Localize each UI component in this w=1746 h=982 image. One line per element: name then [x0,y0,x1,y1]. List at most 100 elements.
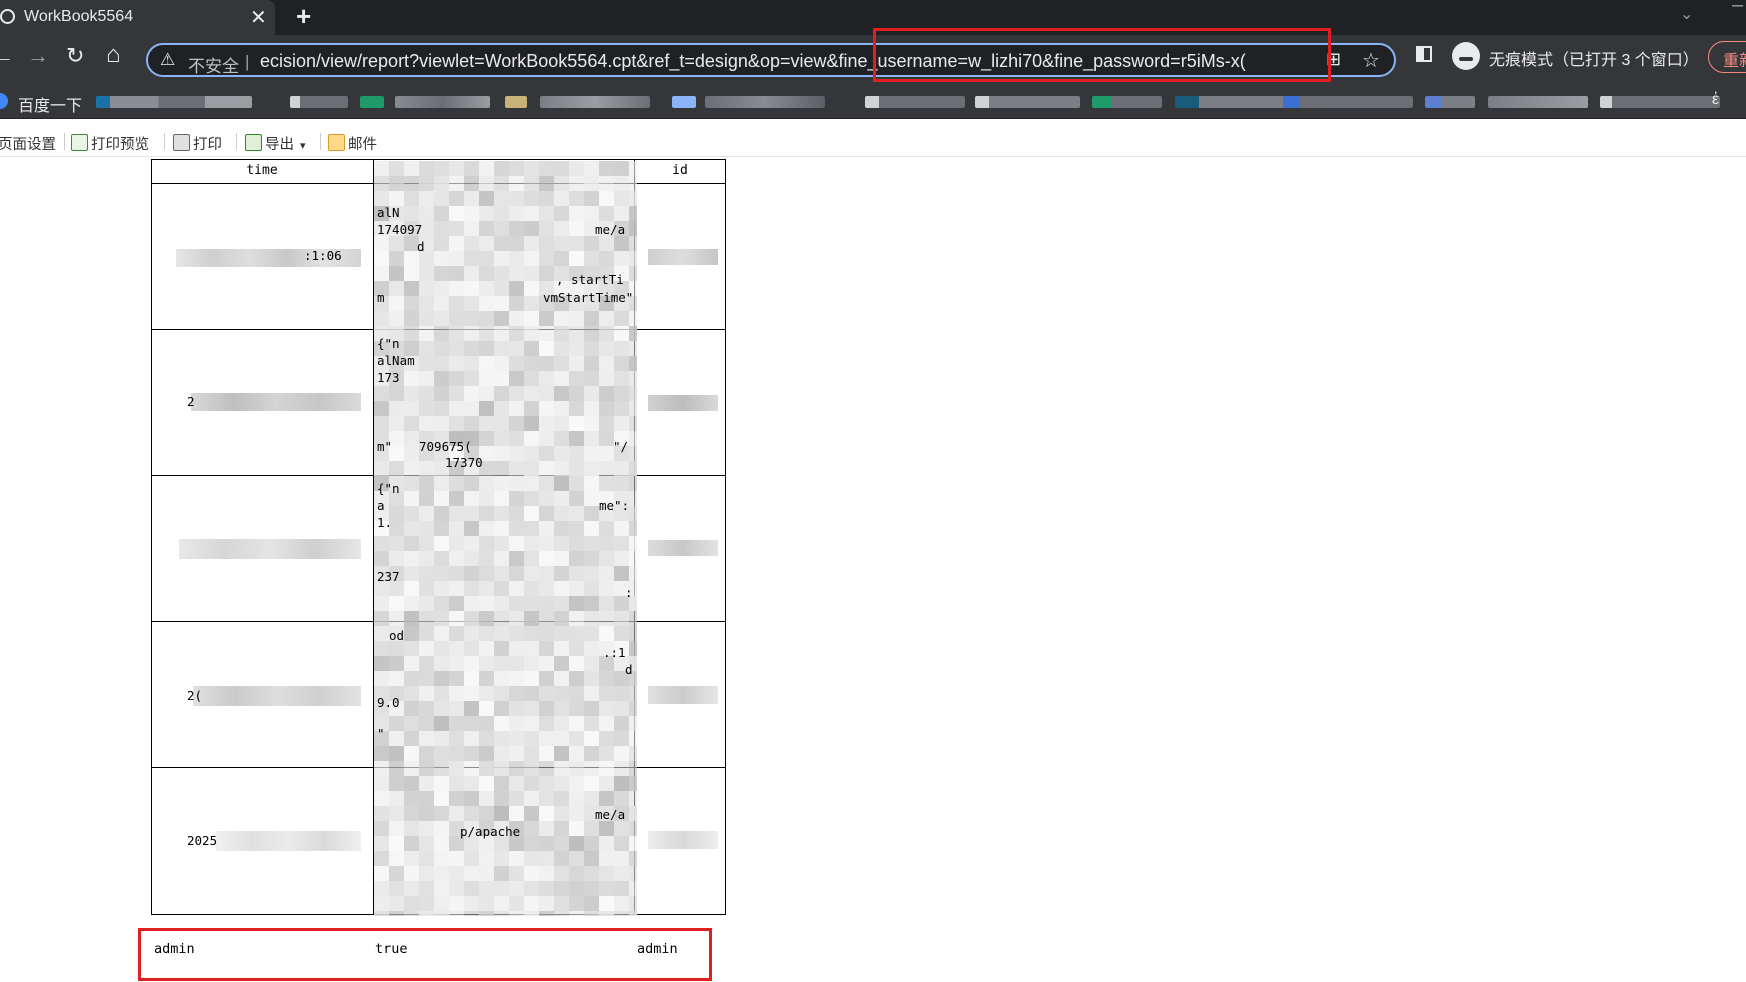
mosaic-block [599,176,614,191]
bookmark-blurred[interactable] [395,96,490,108]
browser-tab[interactable]: WorkBook5564 ✕ [0,0,275,35]
mosaic-block [419,866,434,881]
mosaic-block [374,161,389,176]
restart-button[interactable]: 重新 [1708,41,1746,73]
mosaic-block [449,551,464,566]
mosaic-block [479,491,494,506]
mosaic-block [479,536,494,551]
bookmark-blurred[interactable] [96,96,252,108]
reload-icon[interactable]: ↻ [66,43,84,69]
bookmark-blurred[interactable] [505,96,527,108]
bookmark-blurred[interactable] [540,96,650,108]
json-fragment: a [377,498,385,513]
mosaic-block [509,881,524,896]
bookmark-blurred[interactable] [705,96,825,108]
mosaic-block [614,371,629,386]
security-label[interactable]: 不安全 [188,52,239,77]
mosaic-block [449,341,464,356]
bookmark-blurred[interactable] [1092,96,1162,108]
close-tab-icon[interactable]: ✕ [250,5,267,30]
mosaic-block [614,191,629,206]
mosaic-block [524,686,539,701]
incognito-icon[interactable] [1452,42,1480,70]
mosaic-block [524,221,539,236]
mosaic-block [554,431,569,446]
mosaic-block [584,431,599,446]
bookmark-baidu[interactable]: 百度一下 [18,92,82,116]
mosaic-block [494,596,509,611]
bookmark-blurred[interactable] [1175,96,1285,108]
mosaic-block [584,446,599,461]
mosaic-block [554,446,569,461]
mosaic-block [494,776,509,791]
side-panel-icon[interactable] [1416,46,1432,62]
mosaic-block [374,236,389,251]
mosaic-block [539,491,554,506]
bookmark-blurred[interactable] [1488,96,1588,108]
bookmark-blurred[interactable] [1283,96,1413,108]
bookmark-blurred[interactable] [865,96,965,108]
mosaic-block [464,731,479,746]
new-tab-button[interactable]: + [296,1,311,32]
mosaic-block [524,536,539,551]
mosaic-block [539,581,554,596]
mosaic-block [479,296,494,311]
mosaic-block [599,566,614,581]
export-button[interactable]: 导出 ▾ [245,133,306,154]
bookmark-blurred[interactable] [1600,96,1720,108]
mosaic-block [599,671,614,686]
mosaic-block [404,311,419,326]
mosaic-block [569,686,584,701]
json-fragment: " [377,726,385,741]
mosaic-block [464,491,479,506]
warning-icon[interactable]: ⚠ [160,50,175,70]
home-icon[interactable]: ⌂ [106,41,121,69]
mosaic-block [464,776,479,791]
mosaic-block [629,476,637,491]
forward-icon[interactable]: → [27,43,49,69]
mosaic-block [404,851,419,866]
tab-search-icon[interactable]: ⌄ [1680,4,1693,24]
back-icon[interactable]: ← [0,43,14,69]
mosaic-block [419,731,434,746]
mosaic-block [614,851,629,866]
bookmark-blurred[interactable] [672,96,696,108]
bookmark-blurred[interactable] [1425,96,1475,108]
mosaic-block [509,641,524,656]
mosaic-block [404,371,419,386]
json-fragment: d [417,239,425,254]
print-button[interactable]: 打印 [173,133,222,154]
bookmark-blurred[interactable] [975,96,1080,108]
mosaic-block [479,806,494,821]
bookmark-blurred[interactable] [360,96,384,108]
mosaic-block [374,821,389,836]
mosaic-block [464,371,479,386]
mosaic-block [494,221,509,236]
mosaic-block [569,431,584,446]
mosaic-block [479,851,494,866]
mosaic-block [434,491,449,506]
minimize-button[interactable]: – [1732,0,1743,17]
print-preview-button[interactable]: 打印预览 [71,133,149,154]
bookmark-star-icon[interactable]: ☆ [1362,48,1380,73]
mosaic-block [434,746,449,761]
bookmark-blurred[interactable] [290,96,348,108]
mosaic-block [494,371,509,386]
mosaic-block [569,326,584,341]
mosaic-block [464,176,479,191]
mosaic-block [434,731,449,746]
bookmark-overflow-icon[interactable]: ἑ [1712,91,1719,109]
mosaic-block [434,266,449,281]
mosaic-block [524,491,539,506]
mosaic-block [539,551,554,566]
mosaic-block [509,596,524,611]
url-highlight-box [873,28,1331,82]
mosaic-block [404,461,419,476]
mail-button[interactable]: 邮件 [328,133,377,154]
page-setup-button[interactable]: 页面设置 [0,133,56,154]
incognito-label[interactable]: 无痕模式（已打开 3 个窗口） [1489,46,1699,70]
mosaic-block [599,626,614,641]
mosaic-block [464,221,479,236]
mosaic-block [569,551,584,566]
mosaic-block [554,761,569,776]
